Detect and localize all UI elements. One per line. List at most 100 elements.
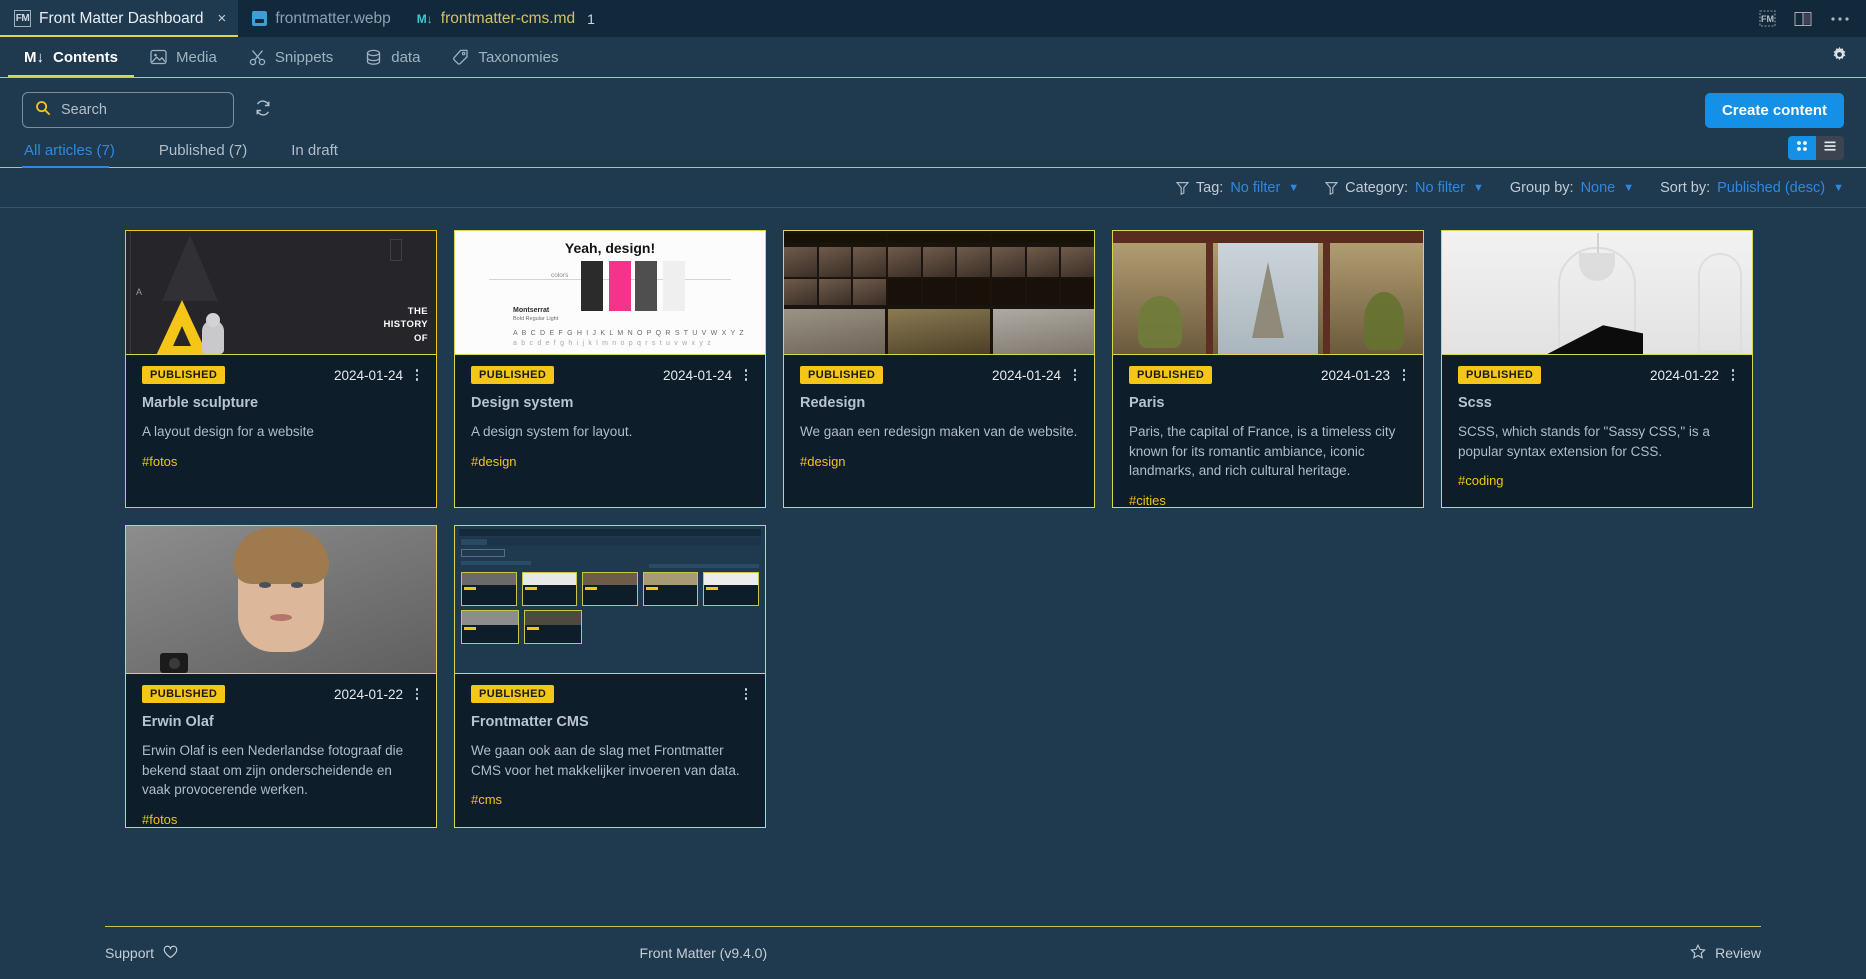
filter-group-by[interactable]: Group by: None ▼ (1510, 180, 1634, 196)
nav-item-data[interactable]: data (349, 37, 436, 77)
card-actions-menu-icon[interactable] (414, 688, 420, 700)
dashboard-footer-wrapper: Support Front Matter (v9.4.0) Review (0, 926, 1866, 979)
content-card-design-system[interactable]: Yeah, design! colors Montserrat Bold Reg… (454, 230, 766, 508)
grid-view-button[interactable] (1788, 136, 1816, 160)
nav-item-label: data (391, 48, 421, 66)
front-matter-panel-icon[interactable]: FM (1759, 10, 1776, 27)
tab-published[interactable]: Published (7) (157, 138, 263, 168)
publish-date: 2024-01-24 (662, 367, 732, 383)
filter-value[interactable]: No filter (1230, 180, 1280, 196)
status-badge: PUBLISHED (471, 366, 555, 384)
card-title: Redesign (800, 395, 866, 411)
markdown-icon: M↓ (24, 48, 44, 66)
filter-label: Sort by: (1660, 180, 1711, 196)
card-tags[interactable]: #fotos (142, 454, 420, 469)
review-link[interactable]: Review (1690, 943, 1761, 962)
card-tags[interactable]: #cities (1129, 493, 1407, 507)
card-description: SCSS, which stands for "Sassy CSS," is a… (1458, 424, 1710, 459)
card-actions-menu-icon[interactable] (743, 369, 749, 381)
dashboard-footer: Support Front Matter (v9.4.0) Review (0, 927, 1866, 979)
nav-divider (0, 77, 1866, 78)
grid-icon (1795, 139, 1809, 158)
card-body: PUBLISHED 2024-01-23 Paris Paris, the ca… (1113, 355, 1423, 507)
card-tags[interactable]: #coding (1458, 473, 1736, 488)
nav-item-contents[interactable]: M↓ Contents (8, 37, 134, 77)
card-tags[interactable]: #cms (471, 792, 749, 807)
close-icon[interactable]: × (218, 10, 227, 27)
redesign-thumbnail[interactable] (784, 231, 1094, 355)
erwin-olaf-portrait-thumbnail[interactable] (126, 526, 436, 674)
filter-label: Group by: (1509, 180, 1574, 196)
refresh-button[interactable] (250, 97, 276, 123)
card-title: Erwin Olaf (142, 714, 214, 730)
tab-all-articles[interactable]: All articles (7) (22, 138, 131, 168)
content-card-frontmatter-cms[interactable]: PUBLISHED Frontmatter CMS We gaan ook aa… (454, 525, 766, 828)
filter-value[interactable]: Published (desc) (1717, 180, 1825, 196)
dashboard-nav-bar: M↓ Contents Media Snippets data Taxonomi… (0, 37, 1866, 77)
card-tags[interactable]: #design (800, 454, 1078, 469)
footer-divider (105, 926, 1761, 927)
image-icon (150, 49, 167, 65)
card-actions-menu-icon[interactable] (1072, 369, 1078, 381)
funnel-icon (1175, 181, 1189, 195)
card-body: PUBLISHED 2024-01-22 Scss SCSS, which st… (1442, 355, 1752, 502)
card-tags[interactable]: #design (471, 454, 749, 469)
chevron-down-icon: ▼ (1473, 182, 1484, 194)
support-label: Support (105, 945, 155, 961)
editor-tab-front-matter-dashboard[interactable]: FM Front Matter Dashboard × (0, 0, 239, 37)
filter-sort-by[interactable]: Sort by: Published (desc) ▼ (1660, 180, 1844, 196)
content-card-redesign[interactable]: PUBLISHED 2024-01-24 Redesign We gaan ee… (783, 230, 1095, 508)
paris-eiffel-tower-thumbnail[interactable] (1113, 231, 1423, 355)
search-input[interactable] (61, 102, 221, 118)
editor-tab-frontmatter-webp[interactable]: frontmatter.webp (238, 0, 403, 37)
card-actions-menu-icon[interactable] (414, 369, 420, 381)
list-view-button[interactable] (1816, 136, 1844, 160)
card-description: A layout design for a website (142, 424, 314, 439)
svg-text:FM: FM (1761, 14, 1774, 24)
card-meta-row: PUBLISHED 2024-01-22 (142, 685, 420, 703)
card-actions-menu-icon[interactable] (1730, 369, 1736, 381)
nav-item-label: Media (176, 48, 217, 66)
support-link[interactable]: Support (105, 945, 178, 962)
card-tags[interactable]: #fotos (142, 812, 420, 827)
card-actions-menu-icon[interactable] (743, 688, 749, 700)
filter-tag[interactable]: Tag: No filter ▼ (1175, 180, 1300, 196)
card-description: A design system for layout. (471, 424, 633, 439)
publish-date: 2024-01-22 (333, 686, 403, 702)
tab-problem-badge: 1 (587, 10, 595, 27)
filter-category[interactable]: Category: No filter ▼ (1325, 180, 1484, 196)
thumb-alphabet-lower: a b c d e f g h i j k l m n o p q r s t … (513, 340, 712, 347)
refresh-icon (254, 99, 272, 122)
list-icon (1823, 139, 1837, 158)
nav-item-taxonomies[interactable]: Taxonomies (436, 37, 574, 77)
thumb-font-name: Montserrat (513, 307, 550, 314)
filter-value[interactable]: No filter (1415, 180, 1465, 196)
scss-white-room-piano-thumbnail[interactable] (1442, 231, 1752, 355)
more-actions-icon[interactable] (1830, 16, 1850, 22)
frontmatter-cms-dashboard-thumbnail[interactable] (455, 526, 765, 674)
content-card-erwin-olaf[interactable]: PUBLISHED 2024-01-22 Erwin Olaf Erwin Ol… (125, 525, 437, 828)
front-matter-icon: FM (14, 10, 31, 27)
nav-item-snippets[interactable]: Snippets (233, 37, 349, 77)
nav-item-label: Taxonomies (478, 48, 559, 66)
nav-item-media[interactable]: Media (134, 37, 233, 77)
split-editor-icon[interactable] (1794, 11, 1812, 27)
card-description: We gaan een redesign maken van de websit… (800, 424, 1078, 439)
funnel-icon (1325, 181, 1339, 195)
content-card-marble-sculpture[interactable]: A THE HISTORY OF PUBLISHED 2024-01-24 Ma… (125, 230, 437, 508)
marble-sculpture-thumbnail[interactable]: A THE HISTORY OF (126, 231, 436, 355)
search-box[interactable] (22, 92, 234, 128)
filter-value[interactable]: None (1581, 180, 1616, 196)
tab-in-draft[interactable]: In draft (289, 138, 354, 168)
card-actions-menu-icon[interactable] (1401, 369, 1407, 381)
design-system-thumbnail[interactable]: Yeah, design! colors Montserrat Bold Reg… (455, 231, 765, 355)
status-badge: PUBLISHED (1129, 366, 1213, 384)
content-card-scss[interactable]: PUBLISHED 2024-01-22 Scss SCSS, which st… (1441, 230, 1753, 508)
editor-tab-frontmatter-cms-md[interactable]: M↓ frontmatter-cms.md 1 (402, 0, 607, 37)
view-mode-toggle-group (1788, 136, 1844, 160)
thumb-heading: Yeah, design! (564, 240, 656, 256)
settings-button[interactable] (1831, 46, 1866, 68)
create-content-button[interactable]: Create content (1704, 92, 1844, 128)
chevron-down-icon: ▼ (1288, 182, 1300, 194)
content-card-paris[interactable]: PUBLISHED 2024-01-23 Paris Paris, the ca… (1112, 230, 1424, 508)
